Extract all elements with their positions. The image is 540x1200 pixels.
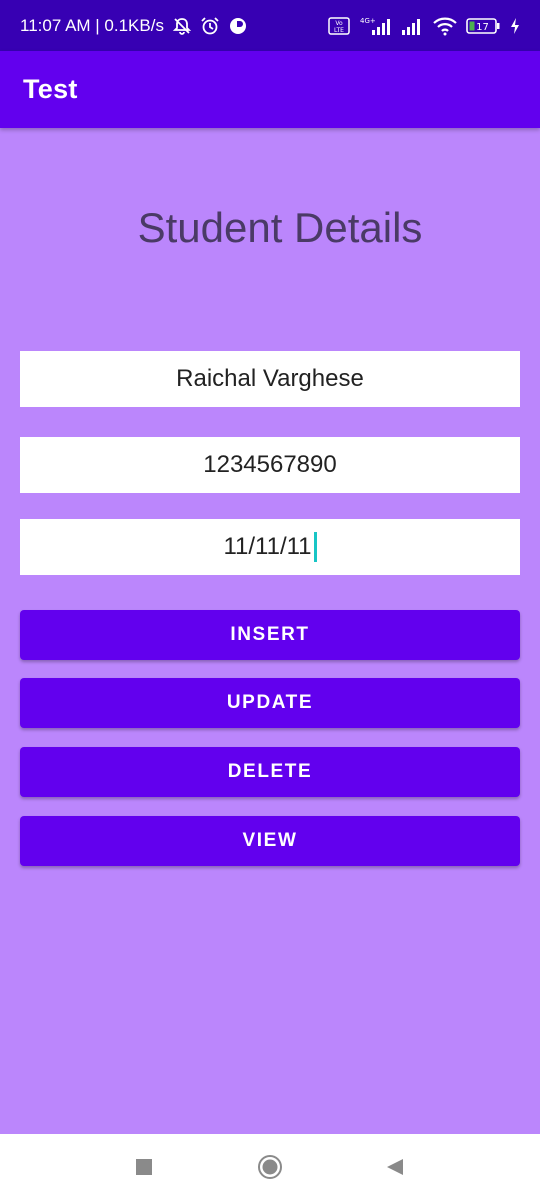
phone-field[interactable]: 1234567890 <box>20 437 520 493</box>
alarm-icon <box>200 16 220 36</box>
wifi-icon <box>432 16 458 36</box>
delete-button[interactable]: DELETE <box>20 747 520 797</box>
battery-icon: 17 <box>466 17 502 35</box>
status-time-speed: 11:07 AM | 0.1KB/s <box>20 15 164 35</box>
app-title: Test <box>23 74 78 104</box>
update-button[interactable]: UPDATE <box>20 678 520 728</box>
home-icon[interactable] <box>257 1154 283 1180</box>
recents-icon[interactable] <box>131 1154 157 1180</box>
name-field-value: Raichal Varghese <box>176 365 364 392</box>
status-bar-left: 11:07 AM | 0.1KB/s <box>20 16 248 36</box>
back-icon[interactable] <box>382 1154 408 1180</box>
view-button[interactable]: VIEW <box>20 816 520 866</box>
navigation-bar <box>0 1134 540 1200</box>
app-bar: Test <box>0 51 540 128</box>
signal-4g-icon: 4G+ <box>358 16 392 36</box>
svg-text:4G+: 4G+ <box>360 17 376 25</box>
signal-icon <box>400 16 424 36</box>
phone-field-value: 1234567890 <box>203 451 337 478</box>
date-field[interactable]: 11/11/11 <box>20 519 520 575</box>
mute-icon <box>172 16 192 36</box>
name-field[interactable]: Raichal Varghese <box>20 351 520 407</box>
date-field-value: 11/11/11 <box>223 533 312 560</box>
svg-text:Vo: Vo <box>335 20 343 27</box>
status-bar-right: Vo LTE 4G+ 17 <box>328 16 520 36</box>
charging-bolt-icon <box>510 17 520 35</box>
text-cursor <box>313 532 317 562</box>
page-title: Student Details <box>137 204 423 251</box>
app-indicator-icon <box>228 16 248 36</box>
volte-icon: Vo LTE <box>328 16 350 35</box>
status-bar: 11:07 AM | 0.1KB/s Vo LTE 4G+ 17 <box>0 0 540 51</box>
battery-level-label: 17 <box>476 22 489 33</box>
insert-button[interactable]: INSERT <box>20 610 520 660</box>
main-content: Student Details Raichal Varghese 1234567… <box>0 128 540 1134</box>
svg-text:LTE: LTE <box>334 27 344 34</box>
